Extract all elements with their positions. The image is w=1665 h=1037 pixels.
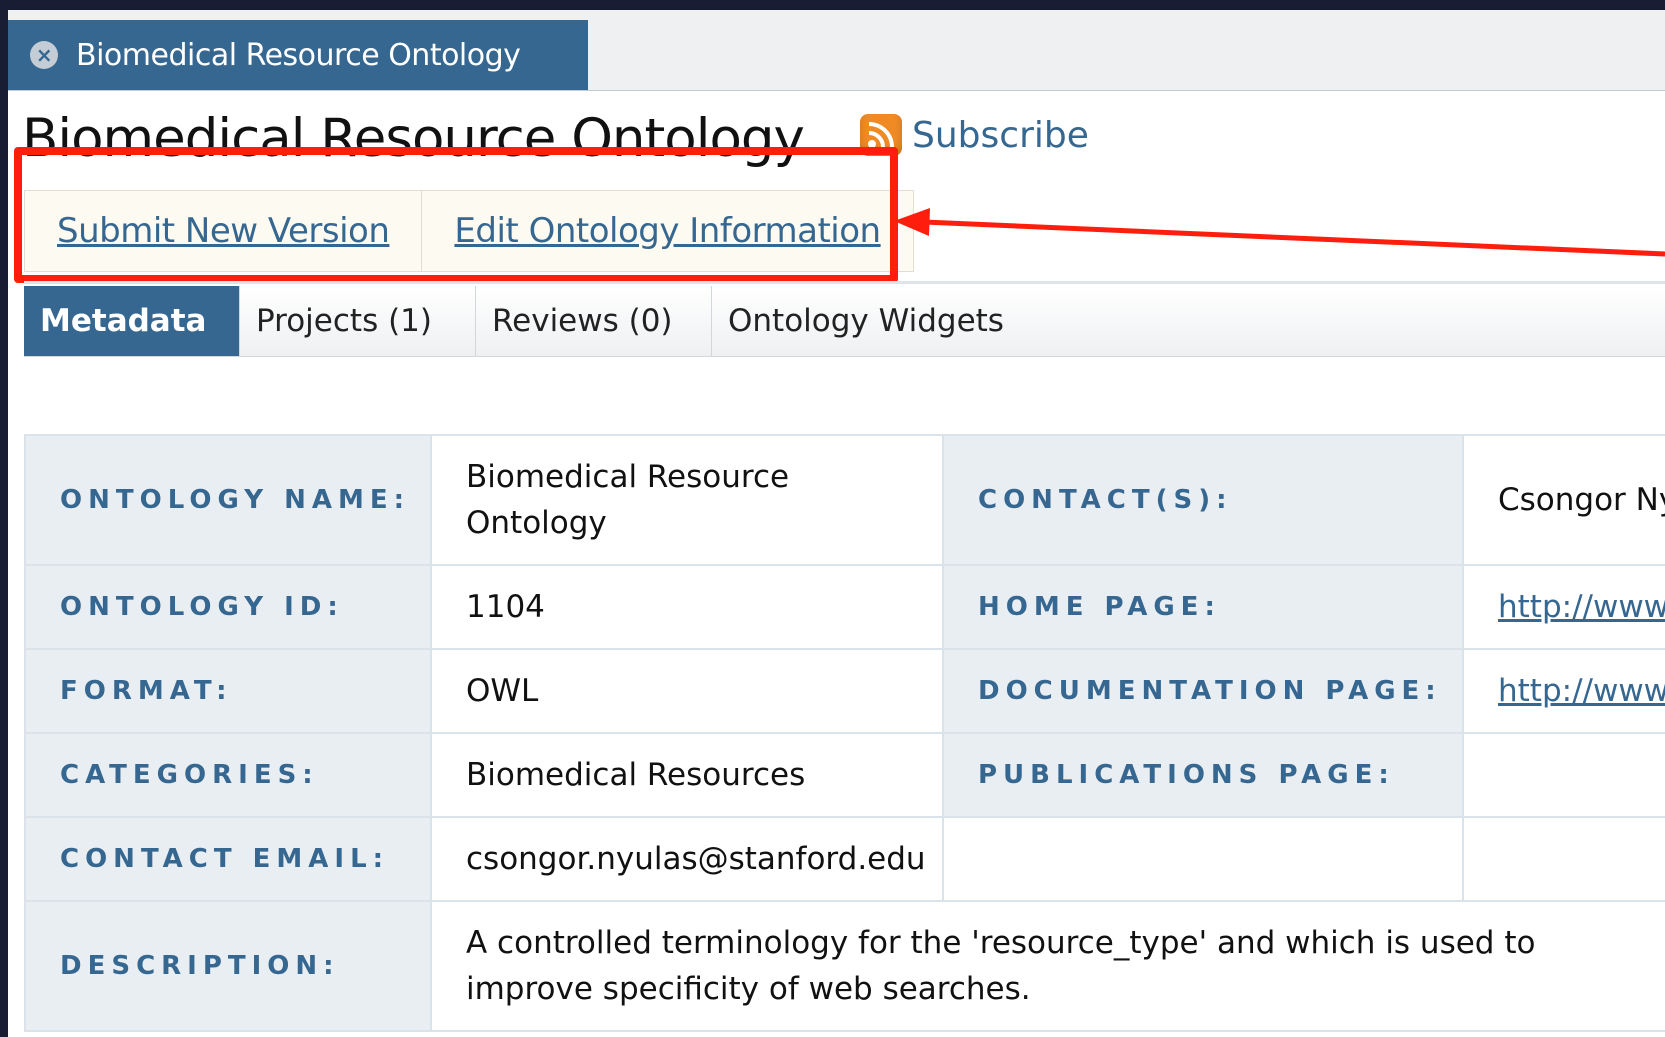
ontology-name-value: Biomedical Resource Ontology — [430, 434, 944, 566]
home-page-label: HOME PAGE: — [942, 564, 1464, 650]
page-title: Biomedical Resource Ontology — [22, 108, 805, 169]
table-row: DESCRIPTION: A controlled terminology fo… — [24, 900, 1665, 1032]
metadata-table: ONTOLOGY NAME: Biomedical Resource Ontol… — [24, 434, 1665, 1032]
rss-icon — [860, 114, 902, 156]
table-row: CATEGORIES: Biomedical Resources PUBLICA… — [24, 732, 1665, 818]
home-page-cell: http://www — [1462, 564, 1665, 650]
tab-projects[interactable]: Projects (1) — [240, 286, 476, 356]
ontology-actions-bar: Submit New Version Edit Ontology Informa… — [24, 190, 914, 272]
document-tab-label: Biomedical Resource Ontology — [76, 37, 521, 73]
home-page-link[interactable]: http://www — [1498, 589, 1664, 625]
divider — [24, 281, 1665, 284]
subscribe-link[interactable]: Subscribe — [860, 114, 1089, 156]
table-row: ONTOLOGY ID: 1104 HOME PAGE: http://www — [24, 564, 1665, 650]
publications-page-value — [1462, 732, 1665, 818]
contacts-value: Csongor Ny — [1462, 434, 1665, 566]
table-row: FORMAT: OWL DOCUMENTATION PAGE: http://w… — [24, 648, 1665, 734]
documentation-page-link[interactable]: http://www — [1498, 673, 1664, 709]
ontology-id-label: ONTOLOGY ID: — [24, 564, 432, 650]
description-value: A controlled terminology for the 'resour… — [430, 900, 1665, 1032]
tab-reviews[interactable]: Reviews (0) — [476, 286, 712, 356]
documentation-page-cell: http://www — [1462, 648, 1665, 734]
format-value: OWL — [430, 648, 944, 734]
page-frame: × Biomedical Resource Ontology Biomedica… — [8, 10, 1665, 1037]
tab-ontology-widgets[interactable]: Ontology Widgets — [712, 286, 1004, 356]
publications-page-label: PUBLICATIONS PAGE: — [942, 732, 1464, 818]
contact-email-label: CONTACT EMAIL: — [24, 816, 432, 902]
description-label: DESCRIPTION: — [24, 900, 432, 1032]
contacts-label: CONTACT(S): — [942, 434, 1464, 566]
table-row: CONTACT EMAIL: csongor.nyulas@stanford.e… — [24, 816, 1665, 902]
format-label: FORMAT: — [24, 648, 432, 734]
empty-cell — [942, 816, 1464, 902]
contact-email-value: csongor.nyulas@stanford.edu — [430, 816, 944, 902]
categories-label: CATEGORIES: — [24, 732, 432, 818]
documentation-page-label: DOCUMENTATION PAGE: — [942, 648, 1464, 734]
ontology-id-value: 1104 — [430, 564, 944, 650]
table-row: ONTOLOGY NAME: Biomedical Resource Ontol… — [24, 434, 1665, 566]
tab-metadata[interactable]: Metadata — [24, 286, 240, 356]
close-tab-icon[interactable]: × — [30, 41, 58, 69]
subscribe-label: Subscribe — [912, 114, 1089, 156]
edit-ontology-information-link[interactable]: Edit Ontology Information — [421, 191, 912, 271]
categories-value: Biomedical Resources — [430, 732, 944, 818]
document-tab-bar: × Biomedical Resource Ontology — [8, 10, 1665, 91]
submit-new-version-link[interactable]: Submit New Version — [25, 191, 421, 271]
empty-cell — [1462, 816, 1665, 902]
ontology-tabs: Metadata Projects (1) Reviews (0) Ontolo… — [24, 286, 1665, 357]
ontology-name-label: ONTOLOGY NAME: — [24, 434, 432, 566]
document-tab[interactable]: × Biomedical Resource Ontology — [8, 20, 588, 90]
